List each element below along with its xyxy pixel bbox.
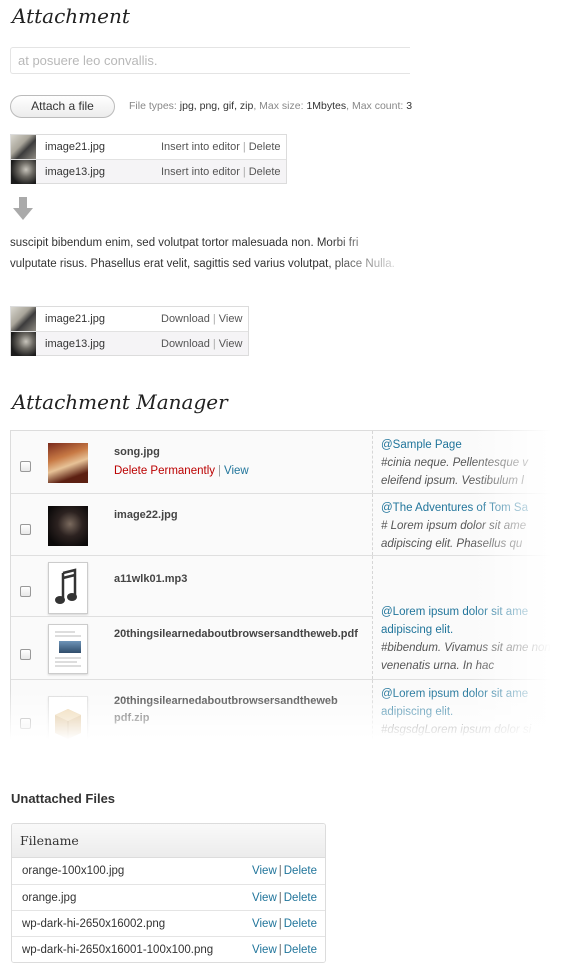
table-row: orange-100x100.jpg View | Delete: [12, 858, 325, 884]
insert-into-editor-link[interactable]: Insert into editor: [161, 141, 240, 153]
row-checkbox[interactable]: [20, 649, 31, 660]
file-name: 20thingsilearnedaboutbrowsersandtheweb.p…: [114, 628, 358, 640]
table-row: image22.jpg @The Adventures of Tom Sa # …: [11, 493, 550, 555]
download-link[interactable]: Download: [161, 313, 210, 325]
parent-post-excerpt: # Lorem ipsum dolor sit ame adipiscing e…: [381, 520, 527, 550]
file-name: orange-100x100.jpg: [22, 865, 125, 877]
delete-link[interactable]: Delete: [284, 865, 317, 877]
arrow-down-icon: [13, 197, 33, 220]
parent-post-excerpt: #dsgsdgLorem ipsum dolor si consectetur …: [381, 724, 532, 736]
file-name: image21.jpg: [45, 141, 105, 153]
post-attachments-table: image21.jpg Download | View image13.jpg Do…: [10, 306, 249, 356]
download-link[interactable]: Download: [161, 338, 210, 350]
row-checkbox[interactable]: [20, 461, 31, 472]
file-name: 20thingsilearnedaboutbrowsersandtheweb p…: [114, 695, 338, 724]
view-link[interactable]: View: [252, 865, 277, 877]
attached-to: @The Adventures of Tom Sa # Lorem ipsum …: [372, 494, 550, 555]
view-link[interactable]: View: [219, 338, 243, 350]
parent-post-link[interactable]: @Lorem ipsum dolor sit ame adipiscing el…: [381, 685, 550, 721]
attachment-manager-table: song.jpg Delete Permanently | View @Sample…: [10, 430, 550, 740]
unattached-files-title: Unattached Files: [11, 791, 116, 806]
image-thumbnail: [48, 443, 88, 483]
view-link[interactable]: View: [252, 892, 277, 904]
attachment-text-input[interactable]: [11, 48, 410, 73]
image-thumbnail: [48, 506, 88, 546]
file-name: image22.jpg: [114, 509, 178, 521]
parent-post-excerpt: #bibendum. Vivamus sit ame non venenatis…: [381, 642, 550, 672]
table-row: wp-dark-hi-2650x16002.png View | Delete: [12, 910, 325, 936]
attached-to: @Sample Page #cinia neque. Pellentesque …: [372, 431, 550, 493]
view-link[interactable]: View: [252, 944, 277, 956]
delete-link[interactable]: Delete: [284, 944, 317, 956]
file-row: image21.jpg Insert into editor | Delete: [11, 135, 286, 159]
attached-files-table: image21.jpg Insert into editor | Delete im…: [10, 134, 287, 184]
image-thumbnail: [11, 331, 36, 356]
file-name: image13.jpg: [45, 165, 105, 178]
filename-column-header: Filename: [12, 824, 325, 858]
row-checkbox[interactable]: [20, 718, 31, 729]
file-name: image13.jpg: [45, 337, 105, 350]
delete-link[interactable]: Delete: [249, 166, 281, 178]
image-thumbnail: [11, 159, 36, 184]
archive-file-icon: [48, 696, 88, 739]
table-row: orange.jpg View | Delete: [12, 884, 325, 910]
row-actions: Delete Permanently | View: [114, 465, 249, 477]
file-row: image13.jpg Download | View: [11, 331, 248, 356]
document-file-icon: [48, 624, 88, 674]
table-row-group: a11wlk01.mp3 20thingsilearnedaboutbrowse…: [11, 555, 550, 679]
file-name: song.jpg: [114, 446, 160, 458]
image-thumbnail: [11, 307, 36, 331]
attach-file-button[interactable]: Attach a file: [10, 95, 115, 118]
parent-post-excerpt: #cinia neque. Pellentesque v eleifend ip…: [381, 457, 529, 487]
attachment-text-field[interactable]: [10, 47, 410, 74]
unattached-files-table: Filename orange-100x100.jpg View | Delete …: [11, 823, 326, 963]
file-name: a11wlk01.mp3: [114, 573, 188, 585]
delete-link[interactable]: Delete: [284, 918, 317, 930]
parent-post-link[interactable]: @The Adventures of Tom Sa: [381, 499, 550, 517]
file-constraints: File types: jpg, png, gif, zip, Max size…: [129, 100, 413, 112]
file-name: orange.jpg: [22, 891, 77, 904]
delete-permanently-link[interactable]: Delete Permanently: [114, 465, 215, 477]
delete-link[interactable]: Delete: [249, 141, 281, 153]
row-checkbox[interactable]: [20, 586, 31, 597]
parent-post-link[interactable]: @Sample Page: [381, 436, 550, 454]
table-row: song.jpg Delete Permanently | View @Sample…: [11, 431, 550, 493]
table-row: wp-dark-hi-2650x16001-100x100.png View | D…: [12, 936, 325, 962]
parent-post-link[interactable]: @Lorem ipsum dolor sit ame adipiscing el…: [381, 603, 550, 639]
attached-to: @Lorem ipsum dolor sit ame adipiscing el…: [372, 556, 550, 679]
attachment-manager-title: Attachment Manager: [12, 390, 228, 414]
file-row: image21.jpg Download | View: [11, 307, 248, 331]
row-checkbox[interactable]: [20, 524, 31, 535]
view-link[interactable]: View: [252, 918, 277, 930]
attachment-title: Attachment: [12, 4, 130, 28]
audio-file-icon: [48, 562, 88, 614]
file-name: image21.jpg: [45, 313, 105, 325]
view-link[interactable]: View: [219, 313, 243, 325]
delete-link[interactable]: Delete: [284, 892, 317, 904]
file-name: wp-dark-hi-2650x16002.png: [22, 917, 166, 930]
insert-into-editor-link[interactable]: Insert into editor: [161, 166, 240, 178]
attached-to: @Lorem ipsum dolor sit ame adipiscing el…: [372, 680, 550, 739]
file-name: wp-dark-hi-2650x16001-100x100.png: [22, 943, 214, 956]
view-link[interactable]: View: [224, 465, 249, 477]
file-row: image13.jpg Insert into editor | Delete: [11, 159, 286, 184]
table-row: 20thingsilearnedaboutbrowsersandtheweb p…: [11, 679, 550, 739]
image-thumbnail: [11, 135, 36, 159]
